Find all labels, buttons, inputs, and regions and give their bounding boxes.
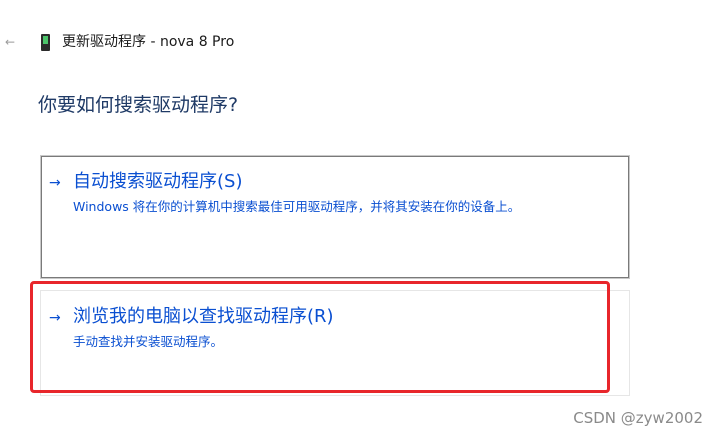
option-description: Windows 将在你的计算机中搜索最佳可用驱动程序，并将其安装在你的设备上。	[73, 199, 521, 214]
option-title: 自动搜索驱动程序(S)	[73, 171, 243, 192]
option-description: 手动查找并安装驱动程序。	[73, 334, 224, 349]
arrow-right-icon: →	[49, 310, 61, 326]
back-arrow-icon[interactable]: ←	[3, 32, 17, 52]
window-title: 更新驱动程序 - nova 8 Pro	[62, 34, 235, 50]
auto-search-driver-option[interactable]: → 自动搜索驱动程序(S) Windows 将在你的计算机中搜索最佳可用驱动程序…	[40, 155, 630, 279]
option-title: 浏览我的电脑以查找驱动程序(R)	[73, 306, 334, 327]
page-heading: 你要如何搜索驱动程序?	[38, 94, 239, 116]
browse-computer-driver-option[interactable]: → 浏览我的电脑以查找驱动程序(R) 手动查找并安装驱动程序。	[40, 290, 630, 396]
watermark: CSDN @zyw2002	[573, 409, 703, 427]
arrow-right-icon: →	[49, 175, 61, 191]
phone-device-icon	[41, 34, 50, 51]
